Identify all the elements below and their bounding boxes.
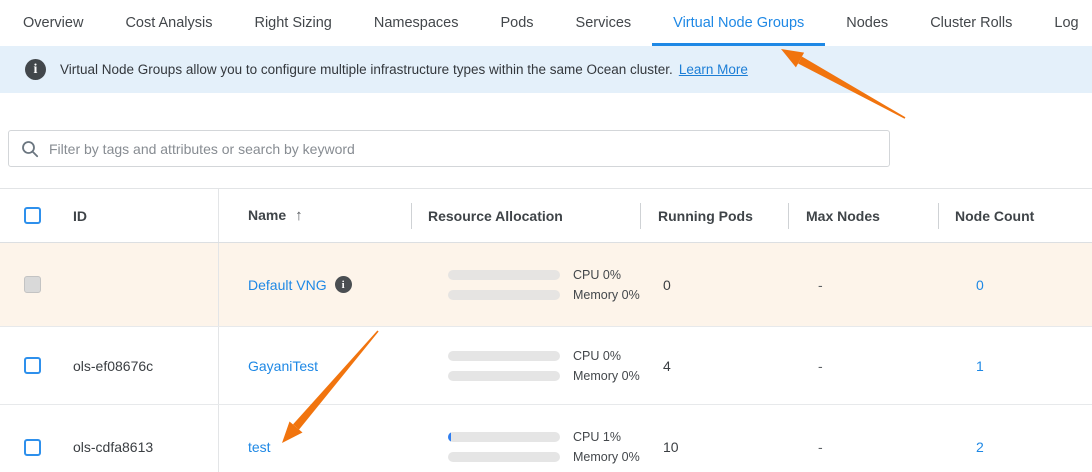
tab-nodes[interactable]: Nodes <box>825 0 909 46</box>
row-checkbox[interactable] <box>24 439 41 456</box>
cluster-tab-bar: Overview Cost Analysis Right Sizing Name… <box>0 0 1092 46</box>
max-nodes-value: - <box>788 358 938 374</box>
resource-allocation: CPU 0% Memory 0% <box>411 350 640 381</box>
running-pods-value: 10 <box>640 439 788 455</box>
select-all-checkbox[interactable] <box>24 207 41 224</box>
ocean-cluster-page: { "tabs": { "items": [ { "label": "Overv… <box>0 0 1092 472</box>
virtual-node-groups-table: ID Name ↑ Resource Allocation Running Pod… <box>0 188 1092 472</box>
table-row-test: ols-cdfa8613 test CPU 1% Memory 0% 10 - … <box>0 405 1092 472</box>
learn-more-link[interactable]: Learn More <box>679 62 748 77</box>
column-header-node-count[interactable]: Node Count <box>938 208 1092 224</box>
tab-cluster-rolls[interactable]: Cluster Rolls <box>909 0 1033 46</box>
filter-search-box[interactable] <box>8 130 890 167</box>
max-nodes-value: - <box>788 439 938 455</box>
tab-virtual-node-groups[interactable]: Virtual Node Groups <box>652 0 825 46</box>
info-icon: i <box>25 59 46 80</box>
running-pods-value: 0 <box>640 277 788 293</box>
cpu-usage-label: CPU 1% <box>573 430 621 444</box>
resource-allocation: CPU 0% Memory 0% <box>411 269 640 300</box>
cpu-usage-label: CPU 0% <box>573 349 621 363</box>
memory-usage-label: Memory 0% <box>573 288 640 302</box>
tab-cost-analysis[interactable]: Cost Analysis <box>104 0 233 46</box>
column-header-max-nodes[interactable]: Max Nodes <box>788 208 938 224</box>
resource-allocation: CPU 1% Memory 0% <box>411 432 640 463</box>
column-header-name-label: Name <box>248 207 286 223</box>
max-nodes-value: - <box>788 277 938 293</box>
running-pods-value: 4 <box>640 358 788 374</box>
column-header-name[interactable]: Name ↑ <box>218 207 411 224</box>
tab-right-sizing[interactable]: Right Sizing <box>233 0 352 46</box>
filter-search-input[interactable] <box>49 141 877 157</box>
memory-usage-label: Memory 0% <box>573 450 640 464</box>
table-header-row: ID Name ↑ Resource Allocation Running Pod… <box>0 188 1092 243</box>
info-banner: i Virtual Node Groups allow you to confi… <box>0 46 1092 93</box>
default-vng-info-icon[interactable]: i <box>335 276 352 293</box>
tab-pods[interactable]: Pods <box>479 0 554 46</box>
node-count-link[interactable]: 2 <box>976 439 984 455</box>
row-checkbox-disabled <box>24 276 41 293</box>
memory-usage-label: Memory 0% <box>573 369 640 383</box>
test-name-link[interactable]: test <box>248 439 271 455</box>
column-header-id[interactable]: ID <box>58 208 218 224</box>
memory-usage-bar: Memory 0% <box>448 452 640 463</box>
table-row-default-vng: Default VNG i CPU 0% Memory 0% 0 - 0 <box>0 243 1092 327</box>
table-row-gayanitest: ols-ef08676c GayaniTest CPU 0% Memory 0%… <box>0 327 1092 405</box>
cpu-usage-bar: CPU 0% <box>448 269 640 280</box>
tab-overview[interactable]: Overview <box>2 0 104 46</box>
tab-log[interactable]: Log <box>1033 0 1092 46</box>
column-header-resource-allocation[interactable]: Resource Allocation <box>411 208 640 224</box>
node-count-link[interactable]: 1 <box>976 358 984 374</box>
gayanitest-name-link[interactable]: GayaniTest <box>248 358 318 374</box>
tab-namespaces[interactable]: Namespaces <box>353 0 480 46</box>
row-checkbox[interactable] <box>24 357 41 374</box>
search-icon <box>21 140 39 158</box>
row-id: ols-cdfa8613 <box>58 439 218 455</box>
info-banner-text: Virtual Node Groups allow you to configu… <box>60 62 673 77</box>
cpu-usage-bar: CPU 0% <box>448 350 640 361</box>
memory-usage-bar: Memory 0% <box>448 370 640 381</box>
row-id: ols-ef08676c <box>58 358 218 374</box>
node-count-link[interactable]: 0 <box>976 277 984 293</box>
sort-ascending-icon: ↑ <box>295 207 303 224</box>
memory-usage-bar: Memory 0% <box>448 289 640 300</box>
cpu-usage-bar: CPU 1% <box>448 432 640 443</box>
tab-services[interactable]: Services <box>555 0 653 46</box>
column-header-running-pods[interactable]: Running Pods <box>640 208 788 224</box>
cpu-usage-label: CPU 0% <box>573 268 621 282</box>
default-vng-name-link[interactable]: Default VNG <box>248 277 327 293</box>
